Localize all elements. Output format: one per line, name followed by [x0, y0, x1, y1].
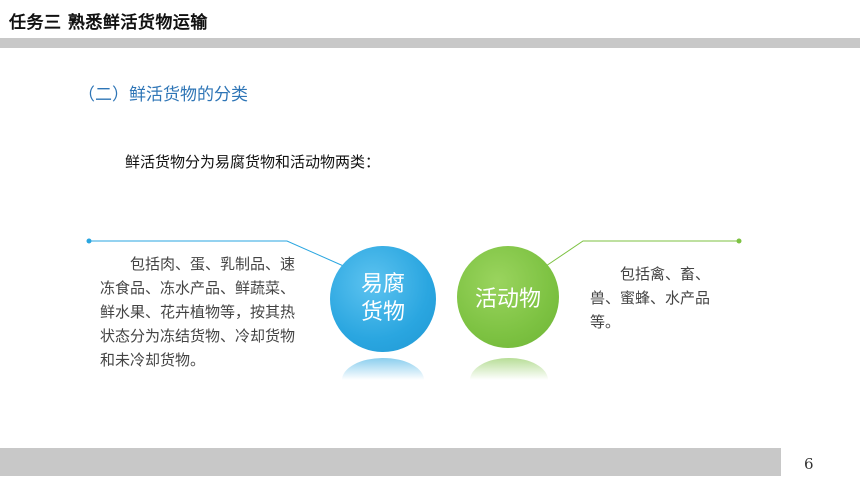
connector-lines	[86, 238, 742, 269]
live-animals-circle: 活动物	[457, 246, 559, 348]
footer-bar	[0, 448, 781, 476]
perishable-description: 包括肉、蛋、乳制品、速冻食品、冻水产品、鲜蔬菜、鲜水果、花卉植物等，按其热状态分…	[100, 252, 296, 372]
perishable-goods-circle: 易腐 货物	[330, 246, 436, 352]
perishable-goods-label-line2: 货物	[360, 300, 405, 325]
perishable-description-text: 包括肉、蛋、乳制品、速冻食品、冻水产品、鲜蔬菜、鲜水果、花卉植物等，按其热状态分…	[100, 255, 296, 369]
page-number: 6	[804, 455, 814, 473]
perishable-goods-label: 易腐 货物	[361, 271, 405, 327]
perishable-goods-label-line1: 易腐	[360, 272, 405, 297]
live-animals-label: 活动物	[474, 287, 541, 312]
live-animals-description: 包括禽、畜、兽、蜜蜂、水产品等。	[590, 262, 736, 334]
live-animals-description-text: 包括禽、畜、兽、蜜蜂、水产品等。	[590, 265, 711, 331]
